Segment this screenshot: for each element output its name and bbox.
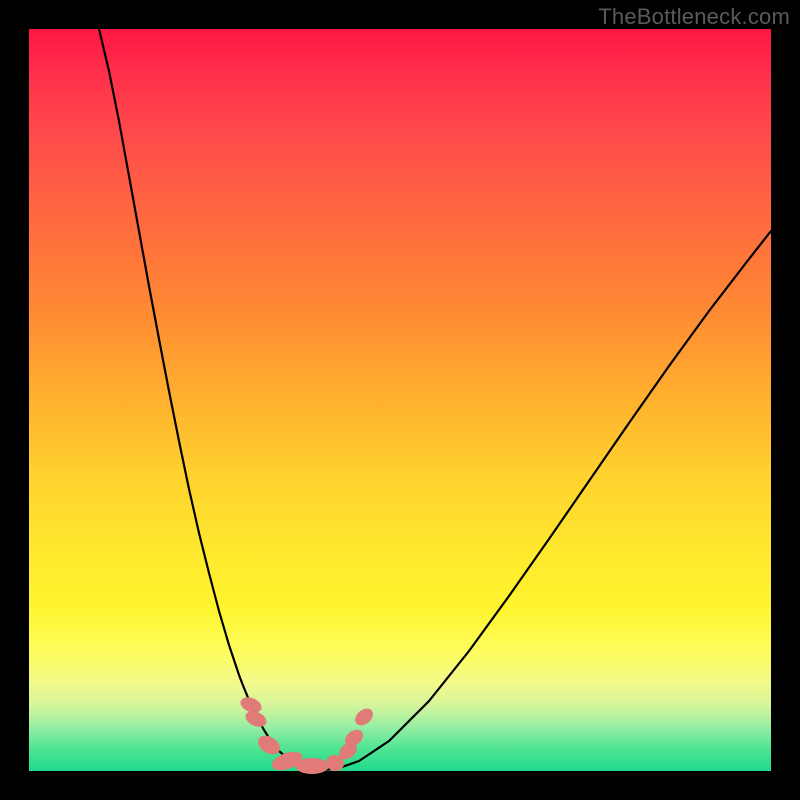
curve-marker <box>255 732 284 758</box>
watermark-text: TheBottleneck.com <box>598 4 790 30</box>
chart-frame: TheBottleneck.com <box>0 0 800 800</box>
curve-marker <box>295 758 329 774</box>
curve-marker <box>352 705 376 729</box>
bottleneck-curve <box>99 29 771 770</box>
chart-svg-layer <box>29 29 771 771</box>
